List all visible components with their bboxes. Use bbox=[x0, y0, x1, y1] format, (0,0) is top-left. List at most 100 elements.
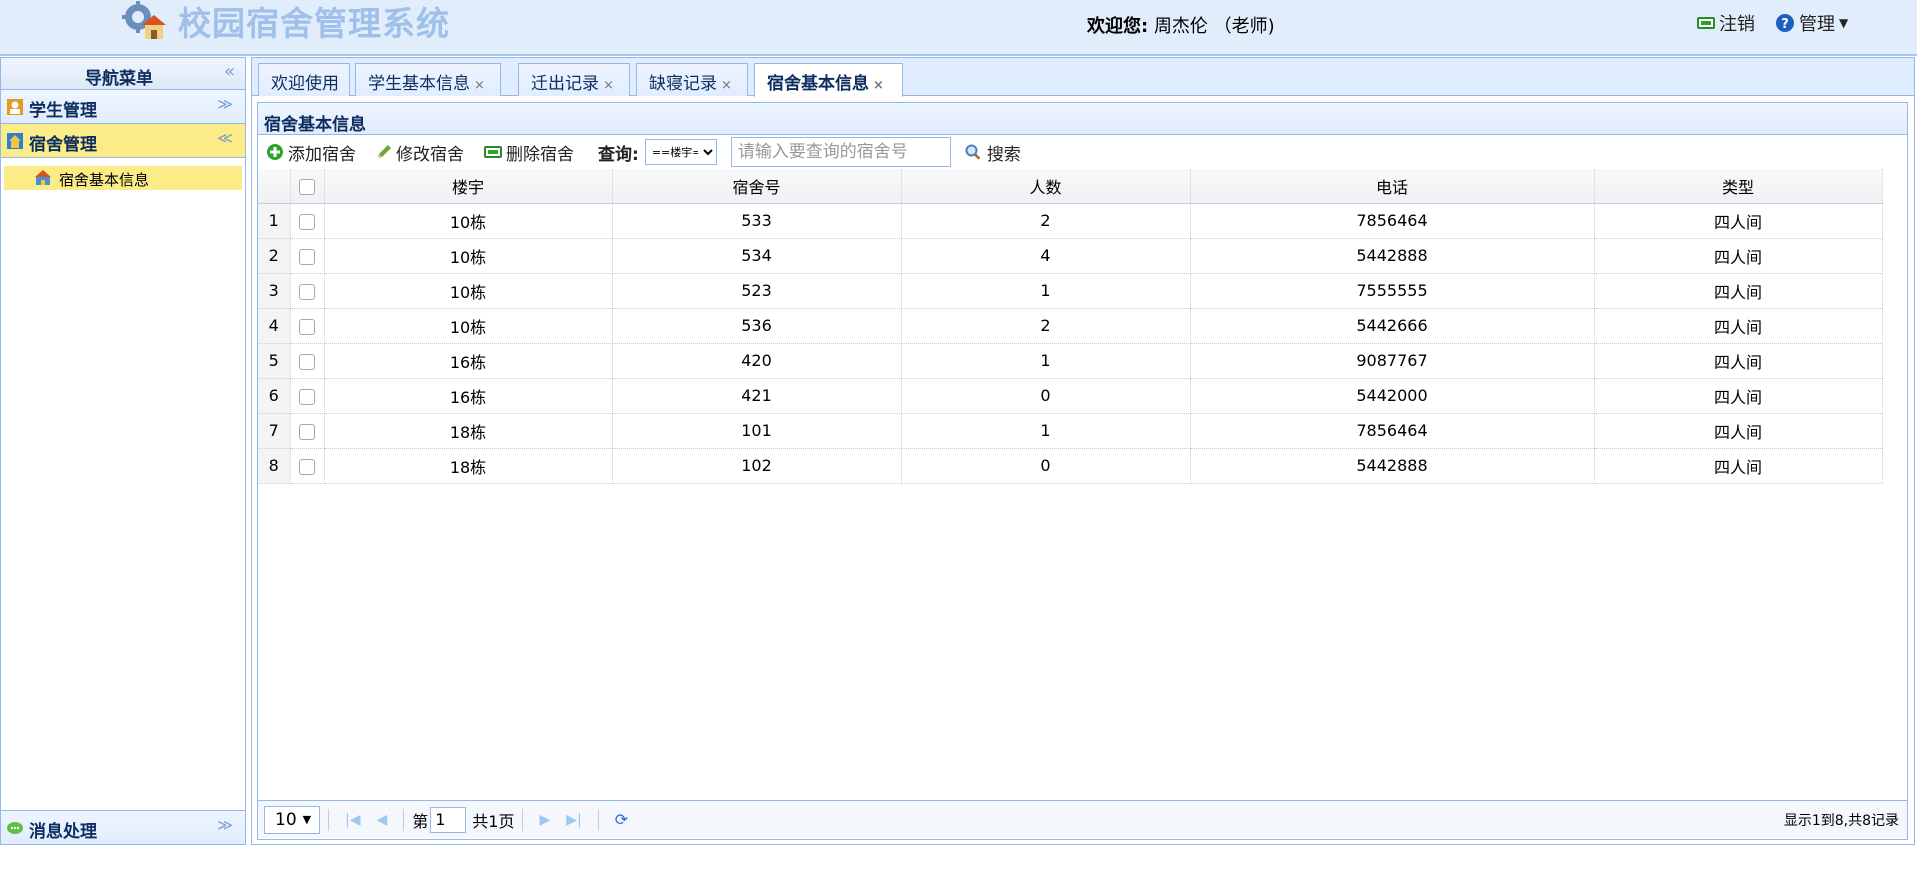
next-page-icon[interactable]: ▶ bbox=[539, 812, 550, 828]
search-icon bbox=[965, 144, 981, 160]
sidebar-group-message[interactable]: 消息处理 ≫ bbox=[1, 810, 245, 844]
select-all-header[interactable] bbox=[290, 169, 325, 204]
phone-cell: 5442000 bbox=[1190, 378, 1595, 414]
search-input[interactable] bbox=[730, 137, 951, 167]
expand-icon[interactable]: ≫ bbox=[217, 95, 233, 113]
row-checkbox-cell[interactable] bbox=[290, 273, 325, 309]
column-header[interactable]: 类型 bbox=[1594, 169, 1883, 204]
dorm-icon bbox=[7, 133, 23, 149]
count-cell: 1 bbox=[901, 343, 1191, 379]
row-checkbox-cell[interactable] bbox=[290, 448, 325, 484]
column-header[interactable]: 宿舍号 bbox=[612, 169, 902, 204]
row-number: 5 bbox=[258, 343, 291, 379]
sidebar-group-student[interactable]: 学生管理 ≫ bbox=[1, 90, 245, 124]
sidebar-group-dorm[interactable]: 宿舍管理 ≪ bbox=[1, 124, 245, 158]
row-checkbox[interactable] bbox=[299, 213, 315, 230]
row-checkbox-cell[interactable] bbox=[290, 343, 325, 379]
select-all-checkbox[interactable] bbox=[299, 178, 315, 195]
close-icon[interactable]: × bbox=[721, 78, 732, 93]
tab-welcome[interactable]: 欢迎使用 bbox=[258, 63, 350, 96]
tab-dorm-info[interactable]: 宿舍基本信息 × bbox=[754, 63, 903, 97]
table-row[interactable]: 8 18栋 102 0 5442888 四人间 bbox=[258, 448, 1883, 484]
table-body: 1 10栋 533 2 7856464 四人间 2 10栋 534 4 5442888 四人间 3 10栋… bbox=[258, 203, 1883, 484]
phone-cell: 5442888 bbox=[1190, 448, 1595, 484]
column-header[interactable]: 楼宇 bbox=[324, 169, 613, 204]
page-info: 显示1到8,共8记录 bbox=[1783, 812, 1899, 829]
room-cell: 533 bbox=[612, 203, 902, 239]
delete-dorm-button[interactable]: 删除宿舍 bbox=[484, 140, 574, 165]
building-cell: 18栋 bbox=[324, 413, 613, 449]
manage-menu-button[interactable]: ? 管理 ▼ bbox=[1775, 10, 1848, 36]
divider bbox=[403, 808, 405, 831]
room-cell: 421 bbox=[612, 378, 902, 414]
tab-absence-records[interactable]: 缺寝记录 × bbox=[636, 63, 748, 96]
row-number: 3 bbox=[258, 273, 291, 309]
main-area: 欢迎使用 学生基本信息 × 迁出记录 × 缺寝记录 × 宿舍基本信息 × 宿舍基本信息 … bbox=[251, 57, 1915, 845]
add-icon bbox=[267, 144, 283, 160]
close-icon[interactable]: × bbox=[873, 78, 884, 93]
row-checkbox[interactable] bbox=[299, 283, 315, 300]
row-checkbox-cell[interactable] bbox=[290, 308, 325, 344]
query-label: 查询: bbox=[598, 144, 639, 165]
add-dorm-button[interactable]: 添加宿舍 bbox=[266, 140, 356, 165]
column-header[interactable]: 人数 bbox=[901, 169, 1191, 204]
building-cell: 18栋 bbox=[324, 448, 613, 484]
first-page-icon[interactable]: |◀ bbox=[345, 812, 360, 828]
message-icon bbox=[7, 822, 23, 834]
sidebar-group-label: 宿舍管理 bbox=[29, 135, 97, 155]
type-cell: 四人间 bbox=[1594, 273, 1883, 309]
delete-icon bbox=[484, 146, 502, 158]
row-checkbox[interactable] bbox=[299, 423, 315, 440]
column-header[interactable]: 电话 bbox=[1190, 169, 1595, 204]
page-prefix: 第 bbox=[412, 811, 429, 831]
phone-cell: 7856464 bbox=[1190, 413, 1595, 449]
count-cell: 1 bbox=[901, 273, 1191, 309]
type-cell: 四人间 bbox=[1594, 413, 1883, 449]
logout-button[interactable]: 注销 bbox=[1697, 10, 1755, 36]
table-row[interactable]: 5 16栋 420 1 9087767 四人间 bbox=[258, 343, 1883, 379]
table-row[interactable]: 1 10栋 533 2 7856464 四人间 bbox=[258, 203, 1883, 239]
page-number-input[interactable] bbox=[430, 806, 467, 833]
panel-header: 宿舍基本信息 bbox=[258, 103, 1907, 135]
refresh-icon[interactable]: ⟳ bbox=[615, 810, 628, 829]
table-row[interactable]: 6 16栋 421 0 5442000 四人间 bbox=[258, 378, 1883, 414]
row-number: 8 bbox=[258, 448, 291, 484]
row-checkbox-cell[interactable] bbox=[290, 238, 325, 274]
last-page-icon[interactable]: ▶| bbox=[566, 812, 581, 828]
collapse-left-icon[interactable]: « bbox=[224, 61, 235, 82]
prev-page-icon[interactable]: ◀ bbox=[376, 812, 387, 828]
phone-cell: 7555555 bbox=[1190, 273, 1595, 309]
tab-moveout-records[interactable]: 迁出记录 × bbox=[518, 63, 630, 96]
table-row[interactable]: 7 18栋 101 1 7856464 四人间 bbox=[258, 413, 1883, 449]
collapse-icon[interactable]: ≪ bbox=[217, 129, 233, 147]
type-cell: 四人间 bbox=[1594, 238, 1883, 274]
phone-cell: 5442666 bbox=[1190, 308, 1595, 344]
page-size-select[interactable]: 10 ▼ bbox=[264, 805, 320, 834]
row-number: 2 bbox=[258, 238, 291, 274]
close-icon[interactable]: × bbox=[603, 78, 614, 93]
close-icon[interactable]: × bbox=[474, 78, 485, 93]
row-number: 6 bbox=[258, 378, 291, 414]
tab-student-info[interactable]: 学生基本信息 × bbox=[355, 63, 501, 96]
divider bbox=[328, 808, 329, 831]
building-cell: 10栋 bbox=[324, 308, 613, 344]
row-checkbox[interactable] bbox=[299, 388, 315, 405]
row-checkbox-cell[interactable] bbox=[290, 413, 325, 449]
row-checkbox[interactable] bbox=[299, 353, 315, 370]
room-cell: 534 bbox=[612, 238, 902, 274]
building-select[interactable]: ==楼宇== bbox=[644, 139, 717, 165]
table-row[interactable]: 4 10栋 536 2 5442666 四人间 bbox=[258, 308, 1883, 344]
row-checkbox-cell[interactable] bbox=[290, 378, 325, 414]
sidebar-item-dorm-info[interactable]: 宿舍基本信息 bbox=[4, 166, 242, 190]
edit-dorm-button[interactable]: 修改宿舍 bbox=[376, 140, 464, 165]
tab-label: 宿舍基本信息 bbox=[767, 74, 869, 94]
table-row[interactable]: 3 10栋 523 1 7555555 四人间 bbox=[258, 273, 1883, 309]
divider bbox=[597, 808, 599, 831]
row-checkbox-cell[interactable] bbox=[290, 203, 325, 239]
row-checkbox[interactable] bbox=[299, 318, 315, 335]
search-button[interactable]: 搜索 bbox=[965, 140, 1021, 165]
table-row[interactable]: 2 10栋 534 4 5442888 四人间 bbox=[258, 238, 1883, 274]
expand-icon[interactable]: ≫ bbox=[217, 816, 233, 834]
row-checkbox[interactable] bbox=[299, 248, 315, 265]
row-checkbox[interactable] bbox=[299, 458, 315, 475]
